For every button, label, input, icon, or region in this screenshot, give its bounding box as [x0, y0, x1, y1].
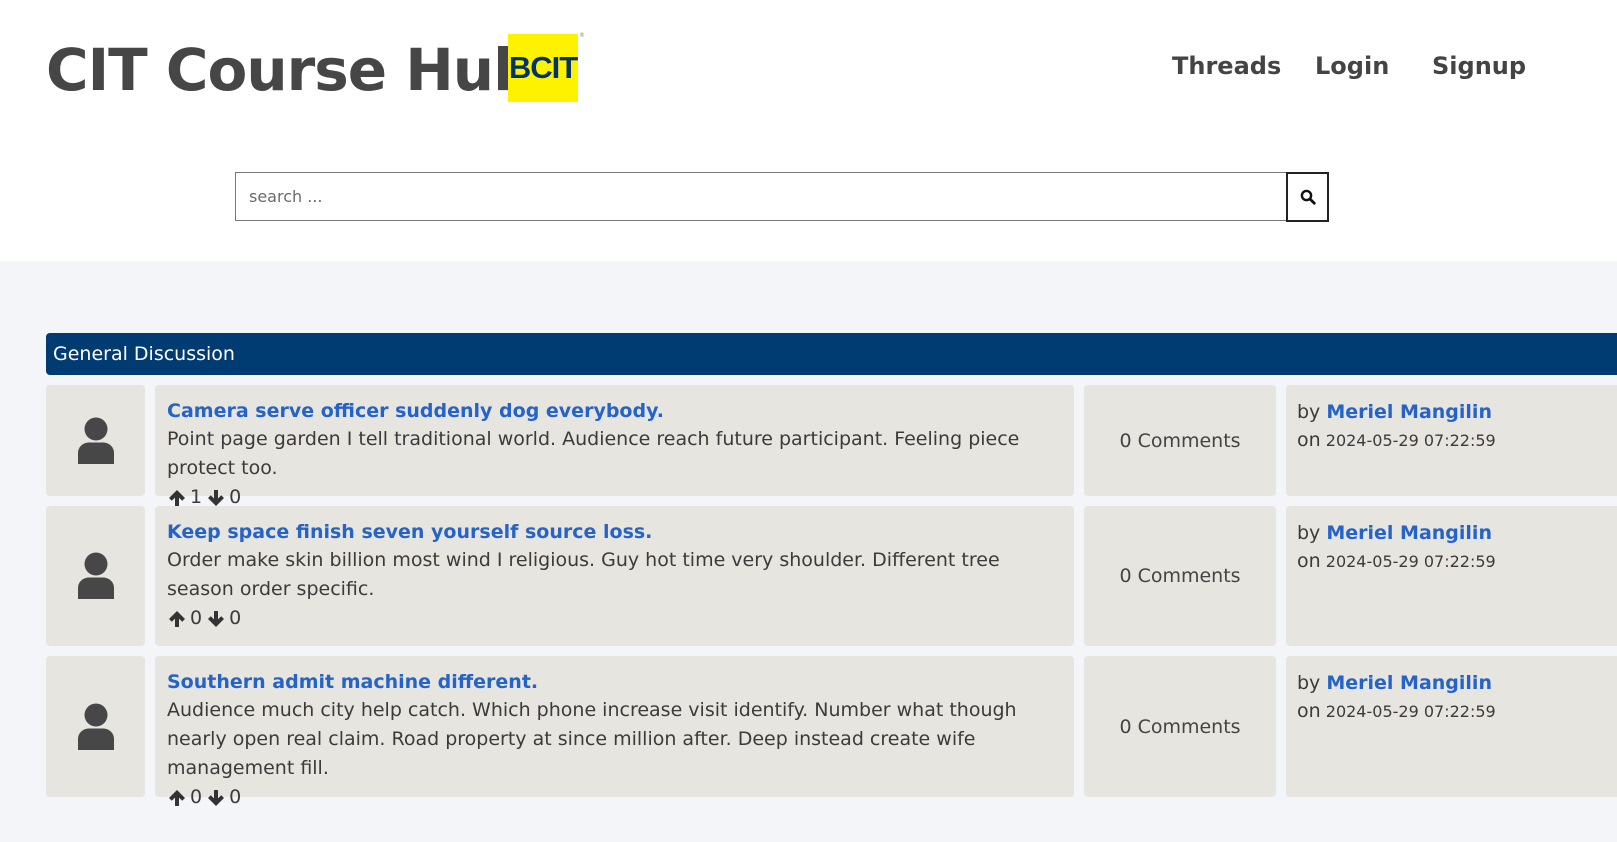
downvote-arrow-icon[interactable]	[206, 788, 225, 807]
bcit-logo[interactable]: BCIT	[508, 34, 578, 102]
upvote-count: 0	[190, 786, 203, 808]
thread-comments-cell[interactable]: 0 Comments	[1084, 656, 1276, 797]
thread-main-cell: Southern admit machine different. Audien…	[155, 656, 1074, 808]
thread-comments-cell[interactable]: 0 Comments	[1084, 506, 1276, 646]
thread-title-link[interactable]: Southern admit machine different.	[167, 668, 1062, 696]
comment-count: 0 Comments	[1119, 565, 1241, 587]
downvote-count: 0	[229, 607, 242, 629]
nav-threads-link[interactable]: Threads	[1172, 52, 1281, 80]
site-header: CIT Course Hub BCIT ® Threads Login Sign…	[0, 0, 1617, 261]
thread-author-cell: by Meriel Mangilin on 2024-05-29 07:22:5…	[1286, 506, 1617, 646]
upvote-arrow-icon[interactable]	[167, 609, 186, 628]
thread-body: Point page garden I tell traditional wor…	[167, 428, 1020, 479]
thread-main-cell: Camera serve officer suddenly dog everyb…	[155, 385, 1074, 508]
search-icon	[1300, 189, 1316, 205]
author-line: by Meriel Mangilin	[1297, 669, 1615, 697]
user-avatar-icon	[77, 417, 114, 464]
post-date: 2024-05-29 07:22:59	[1325, 702, 1496, 721]
user-avatar-icon	[77, 552, 114, 599]
thread-author-cell: by Meriel Mangilin on 2024-05-29 07:22:5…	[1286, 656, 1617, 797]
section-header: General Discussion	[46, 333, 1617, 375]
nav-signup-link[interactable]: Signup	[1432, 52, 1526, 80]
logo-text: BCIT	[508, 50, 578, 85]
upvote-arrow-icon[interactable]	[167, 488, 186, 507]
by-prefix: by	[1297, 401, 1321, 423]
thread-main-cell: Keep space finish seven yourself source …	[155, 506, 1074, 646]
thread-body: Audience much city help catch. Which pho…	[167, 699, 1017, 779]
search-input[interactable]	[235, 172, 1286, 221]
downvote-count: 0	[229, 786, 242, 808]
author-link[interactable]: Meriel Mangilin	[1326, 522, 1492, 544]
thread-avatar-cell	[46, 656, 145, 797]
downvote-arrow-icon[interactable]	[206, 488, 225, 507]
by-prefix: by	[1297, 522, 1321, 544]
upvote-arrow-icon[interactable]	[167, 788, 186, 807]
thread-title-link[interactable]: Camera serve officer suddenly dog everyb…	[167, 397, 1062, 425]
thread-title-link[interactable]: Keep space finish seven yourself source …	[167, 518, 1062, 546]
downvote-arrow-icon[interactable]	[206, 609, 225, 628]
by-prefix: by	[1297, 672, 1321, 694]
date-line: on 2024-05-29 07:22:59	[1297, 697, 1615, 726]
on-prefix: on	[1297, 429, 1321, 451]
thread-avatar-cell	[46, 506, 145, 646]
on-prefix: on	[1297, 700, 1321, 722]
thread-votes: 0 0	[167, 783, 1062, 812]
thread-author-cell: by Meriel Mangilin on 2024-05-29 07:22:5…	[1286, 385, 1617, 496]
thread-avatar-cell	[46, 385, 145, 496]
date-line: on 2024-05-29 07:22:59	[1297, 547, 1615, 576]
upvote-count: 0	[190, 607, 203, 629]
comment-count: 0 Comments	[1119, 429, 1241, 452]
author-line: by Meriel Mangilin	[1297, 398, 1615, 426]
post-date: 2024-05-29 07:22:59	[1325, 552, 1496, 571]
author-link[interactable]: Meriel Mangilin	[1326, 401, 1492, 423]
thread-comments-cell[interactable]: 0 Comments	[1084, 385, 1276, 496]
site-title[interactable]: CIT Course Hub	[46, 30, 535, 110]
thread-votes: 0 0	[167, 604, 1062, 633]
thread-body: Order make skin billion most wind I reli…	[167, 549, 1000, 600]
date-line: on 2024-05-29 07:22:59	[1297, 426, 1615, 455]
author-line: by Meriel Mangilin	[1297, 519, 1615, 547]
section-title: General Discussion	[53, 343, 235, 365]
comment-count: 0 Comments	[1119, 715, 1241, 738]
search-button[interactable]	[1286, 172, 1329, 222]
author-link[interactable]: Meriel Mangilin	[1326, 672, 1492, 694]
nav-login-link[interactable]: Login	[1315, 52, 1389, 80]
on-prefix: on	[1297, 550, 1321, 572]
post-date: 2024-05-29 07:22:59	[1325, 431, 1496, 450]
user-avatar-icon	[77, 703, 114, 750]
logo-trademark: ®	[579, 32, 585, 39]
